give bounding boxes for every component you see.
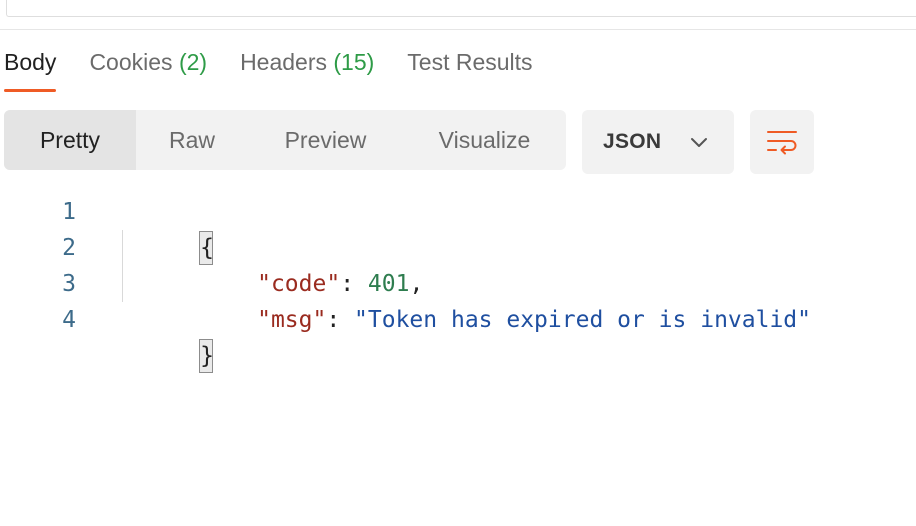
line-number: 2	[62, 235, 76, 261]
url-bar-edge	[0, 0, 916, 30]
tab-cookies[interactable]: Cookies (2)	[89, 44, 207, 80]
tab-headers-label: Headers	[240, 49, 327, 75]
line-number: 1	[62, 199, 76, 225]
close-brace: }	[199, 339, 214, 373]
format-select[interactable]: JSON	[582, 110, 734, 174]
code-line: 4 }	[0, 302, 916, 373]
view-mode-group: Pretty Raw Preview Visualize	[4, 110, 566, 170]
request-input-border	[6, 0, 916, 17]
code-line: 3 "msg": "Token has expired or is invali…	[0, 266, 916, 333]
line-number: 3	[62, 271, 76, 297]
tab-body[interactable]: Body	[4, 44, 57, 92]
view-raw-button[interactable]: Raw	[136, 110, 248, 170]
line-number: 4	[62, 307, 76, 333]
code-line: 1 {	[0, 194, 916, 265]
view-visualize-button[interactable]: Visualize	[403, 110, 566, 170]
chevron-down-icon	[691, 138, 707, 147]
response-body-editor[interactable]: 1 { 2 "code": 401, 3 "msg": "Token has e…	[0, 194, 916, 373]
tab-headers-count: (15)	[333, 49, 375, 75]
tab-cookies-count: (2)	[178, 49, 208, 75]
tab-body-label: Body	[4, 49, 57, 75]
code-line: 2 "code": 401,	[0, 230, 916, 297]
wrap-lines-button[interactable]	[750, 110, 814, 174]
view-pretty-button[interactable]: Pretty	[4, 110, 136, 170]
view-preview-button[interactable]: Preview	[248, 110, 403, 170]
tab-test-results[interactable]: Test Results	[407, 44, 532, 80]
tab-cookies-label: Cookies	[89, 49, 173, 75]
response-tabs: Body Cookies (2) Headers (15) Test Resul…	[4, 44, 566, 94]
tab-headers[interactable]: Headers (15)	[240, 44, 374, 80]
format-select-value: JSON	[603, 130, 662, 153]
wrap-lines-icon	[767, 131, 797, 155]
tab-test-results-label: Test Results	[407, 49, 533, 75]
